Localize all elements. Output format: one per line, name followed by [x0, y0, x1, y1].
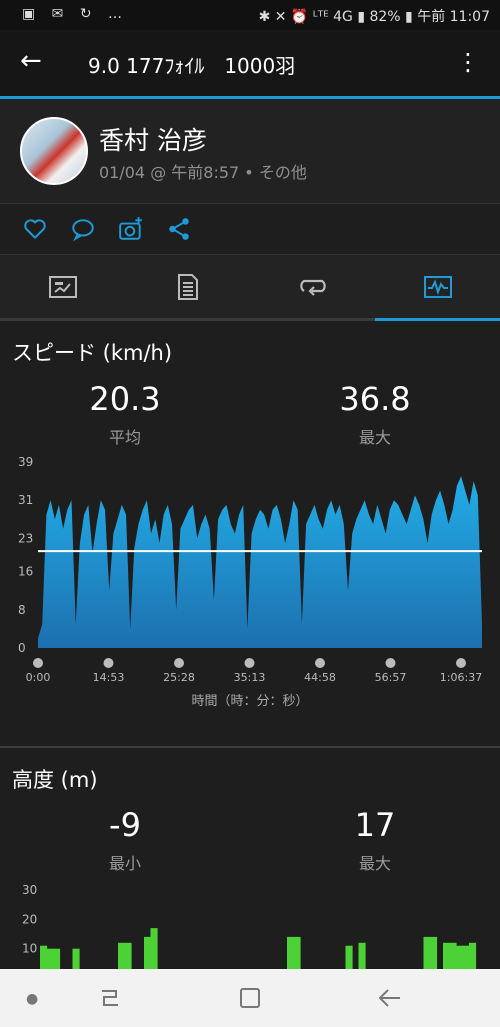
add-photo-icon[interactable] — [118, 216, 144, 242]
speed-x-tick: 0:00 — [26, 671, 51, 684]
activity-meta: 01/04 @ 午前8:57 • その他 — [99, 163, 307, 182]
tab-summary[interactable] — [0, 255, 125, 318]
altitude-max-value: 17 — [354, 806, 396, 844]
altitude-bar — [150, 928, 158, 970]
tab-details[interactable] — [125, 255, 250, 318]
altitude-bar — [40, 945, 48, 970]
altitude-bar — [124, 942, 132, 970]
altitude-min-label: 最小 — [108, 854, 141, 873]
altitude-bar — [456, 945, 464, 970]
tab-laps[interactable] — [250, 255, 375, 318]
speed-chart[interactable]: 39 31 23 16 8 0 0:00 14:53 25:28 35:13 44:58 56:57 1… — [0, 450, 500, 690]
altitude-bar — [118, 942, 126, 970]
back-nav-icon[interactable] — [378, 987, 402, 1009]
altitude-bar — [430, 936, 438, 970]
speed-x-tick: 25:28 — [163, 671, 195, 684]
recent-apps-icon[interactable] — [98, 987, 122, 1009]
speed-x-tick-marker[interactable] — [174, 658, 184, 668]
altitude-bar — [358, 942, 366, 970]
speed-y-tick: 16 — [18, 565, 33, 579]
speed-y-tick: 39 — [18, 455, 33, 469]
speed-x-tick: 1:06:37 — [440, 671, 482, 684]
altitude-bar — [46, 948, 54, 970]
altitude-min-value: -9 — [109, 806, 141, 844]
arrow-left-icon[interactable]: ← — [20, 48, 42, 74]
speed-x-tick-marker[interactable] — [33, 658, 43, 668]
speed-max-label: 最大 — [358, 428, 391, 447]
status-bar: ▣ ✉ ↻ … ✱ ✕ ⏰ ᴸᵀᴱ 4G ▮ 82% ▮ 午前 11:07 — [0, 0, 500, 30]
altitude-bar — [462, 945, 470, 970]
laps-icon — [299, 279, 326, 296]
more-vert-icon[interactable]: ⋮ — [456, 48, 480, 76]
altitude-title: 高度 (m) — [12, 768, 98, 792]
altitude-bar — [423, 936, 431, 970]
speed-avg-label: 平均 — [108, 428, 141, 447]
status-icons-left: ▣ ✉ ↻ … — [22, 6, 129, 22]
altitude-chart[interactable]: 30 20 10 — [0, 880, 500, 970]
speed-x-tick-marker[interactable] — [456, 658, 466, 668]
speed-y-tick: 0 — [18, 641, 26, 655]
speed-max-value: 36.8 — [339, 380, 411, 418]
speed-x-tick-marker[interactable] — [244, 658, 255, 668]
activity-header: 香村 治彦 01/04 @ 午前8:57 • その他 — [0, 99, 500, 203]
heart-icon[interactable] — [22, 216, 48, 242]
tab-charts[interactable] — [375, 255, 500, 318]
details-icon — [177, 273, 198, 300]
tab-bar — [0, 255, 500, 318]
page-title: 9.0 177ﾌｫｲﾙ 1000羽 — [88, 54, 296, 78]
speed-x-tick-marker[interactable] — [315, 658, 325, 668]
share-icon[interactable] — [166, 216, 192, 242]
action-bar — [0, 204, 500, 254]
altitude-bar — [287, 936, 295, 970]
altitude-bar — [345, 945, 353, 970]
altitude-bar — [144, 936, 152, 970]
comment-icon[interactable] — [70, 216, 96, 242]
speed-x-tick: 56:57 — [375, 671, 407, 684]
altitude-bar — [443, 942, 451, 970]
status-icons-right: ✱ ✕ ⏰ ᴸᵀᴱ 4G ▮ 82% ▮ 午前 11:07 — [258, 9, 490, 25]
altitude-y-tick: 10 — [22, 942, 37, 956]
tab-active-indicator — [375, 318, 500, 321]
speed-series-area — [38, 476, 482, 648]
altitude-bar — [53, 948, 61, 970]
user-name[interactable]: 香村 治彦 — [99, 121, 207, 157]
speed-avg-value: 20.3 — [89, 380, 161, 418]
altitude-bar — [72, 948, 80, 970]
speed-x-tick: 35:13 — [234, 671, 266, 684]
speed-y-tick: 8 — [18, 603, 26, 617]
section-divider — [0, 746, 500, 748]
altitude-y-tick: 30 — [22, 883, 37, 897]
altitude-max-label: 最大 — [358, 854, 391, 873]
app-bar: ← 9.0 177ﾌｫｲﾙ 1000羽 ⋮ — [0, 30, 500, 96]
altitude-bar — [469, 942, 477, 970]
speed-title: スピード (km/h) — [12, 341, 173, 365]
nav-dot-icon[interactable]: ● — [26, 991, 38, 1007]
altitude-bar — [449, 942, 457, 970]
speed-x-tick: 14:53 — [93, 671, 125, 684]
speed-x-axis-title: 時間（時：分：秒） — [191, 694, 309, 709]
system-nav-bar: ● — [0, 969, 500, 1027]
avatar[interactable] — [20, 117, 88, 185]
charts-icon — [423, 275, 452, 298]
home-icon[interactable] — [238, 986, 262, 1010]
altitude-y-tick: 20 — [22, 912, 37, 926]
summary-icon — [48, 275, 77, 298]
speed-y-tick: 31 — [18, 493, 33, 507]
speed-x-tick: 44:58 — [304, 671, 336, 684]
speed-y-tick: 23 — [18, 531, 33, 545]
altitude-bar — [293, 936, 301, 970]
speed-x-tick-marker[interactable] — [103, 658, 114, 668]
speed-x-tick-marker[interactable] — [385, 658, 396, 668]
